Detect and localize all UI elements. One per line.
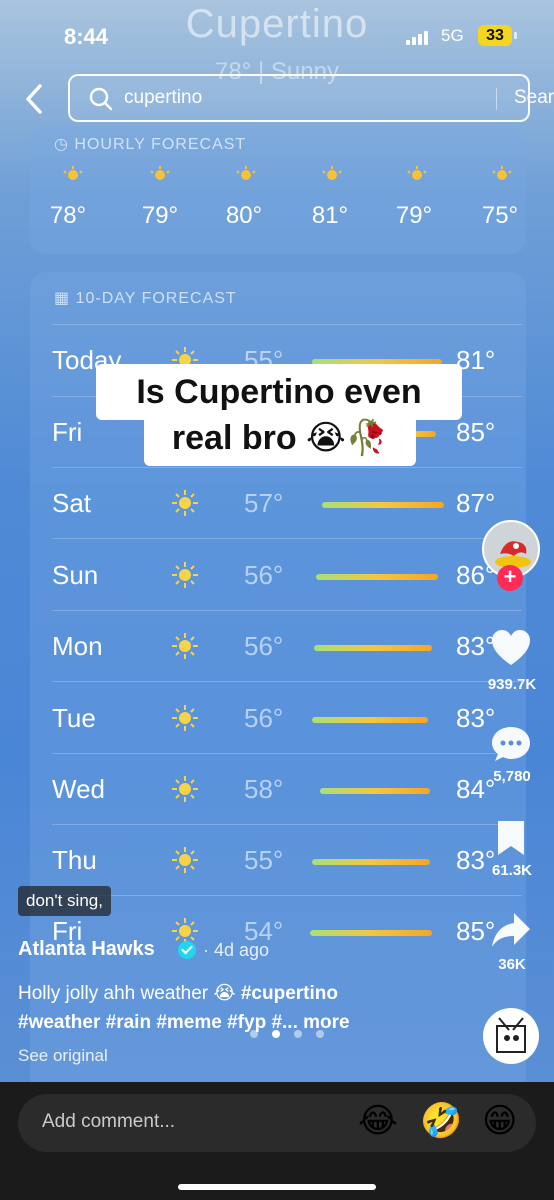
search-bar[interactable]: cupertino Search	[68, 74, 554, 122]
post-description[interactable]: Holly jolly ahh weather 😭 #cupertino #we…	[18, 979, 418, 1037]
day-name: Sat	[52, 488, 92, 518]
clock-time: 8:44	[64, 24, 109, 49]
hourly-temp: 75°	[481, 202, 519, 229]
sun-icon	[172, 847, 198, 873]
sun-icon	[322, 166, 342, 180]
divider	[52, 824, 522, 825]
sun-icon	[172, 705, 198, 731]
temp-range-bar	[314, 645, 432, 651]
post-age: · 4d ago	[203, 940, 270, 960]
forecast-row: Thu 55° 83°	[52, 845, 522, 905]
forecast-row: Wed 58° 84°	[52, 774, 522, 834]
verified-badge-icon	[178, 941, 196, 959]
hourly-forecast-title: ◷ HOURLY FORECAST	[54, 136, 247, 153]
day-low: 57°	[244, 488, 284, 518]
emoji-rofl-button[interactable]: 🤣	[420, 1101, 462, 1141]
forecast-row: Sat 57° 87°	[52, 488, 522, 548]
temp-range-bar	[310, 930, 432, 936]
sound-thumbnail-icon	[496, 1017, 526, 1053]
day-low: 56°	[244, 631, 284, 661]
hourly-temp: 79°	[141, 202, 179, 229]
signal-icon	[406, 29, 432, 45]
hourly-temp: 78°	[49, 202, 87, 229]
sun-icon	[492, 166, 512, 180]
battery-icon: 33	[478, 25, 517, 46]
heart-icon[interactable]	[490, 628, 532, 668]
temp-range-bar	[316, 574, 438, 580]
search-input[interactable]: cupertino	[124, 87, 202, 109]
search-button[interactable]: Search	[514, 87, 554, 109]
temp-range-bar	[312, 717, 428, 723]
search-divider	[496, 88, 497, 110]
divider	[52, 753, 522, 754]
day-low: 56°	[244, 703, 284, 733]
carousel-dots	[250, 1030, 330, 1040]
hourly-temp: 81°	[311, 202, 349, 229]
divider	[52, 538, 522, 539]
divider	[52, 324, 522, 325]
share-count: 36K	[498, 956, 526, 973]
description-text: Holly jolly ahh weather 😭	[18, 983, 236, 1004]
sun-icon	[172, 633, 198, 659]
sound-disc[interactable]	[483, 1008, 539, 1064]
day-name: Thu	[52, 845, 97, 875]
author-name[interactable]: Atlanta Hawks	[18, 938, 155, 961]
sun-icon	[407, 166, 427, 180]
caption-line-2-box: real bro 😭🥀	[144, 410, 416, 466]
sun-icon	[236, 166, 256, 180]
bookmark-icon[interactable]	[494, 818, 528, 858]
forecast-row: Sun 56° 86°	[52, 560, 522, 620]
temp-range-bar	[320, 788, 430, 794]
status-bar: 8:44 5G 33	[0, 20, 554, 56]
comment-placeholder: Add comment...	[42, 1111, 176, 1132]
battery-level: 33	[486, 27, 504, 44]
divider	[52, 610, 522, 611]
caption-line-2: real bro 😭🥀	[171, 419, 389, 457]
day-name: Wed	[52, 774, 105, 804]
temp-range-bar	[312, 859, 430, 865]
comment-count: 5,780	[493, 768, 531, 785]
divider	[52, 681, 522, 682]
day-low: 58°	[244, 774, 284, 804]
follow-plus-button[interactable]: +	[497, 565, 523, 591]
forecast-row: Mon 56° 83°	[52, 631, 522, 691]
comment-icon[interactable]	[490, 724, 532, 764]
day-name: Mon	[52, 631, 103, 661]
hourly-forecast-card: ◷ HOURLY FORECAST	[30, 126, 526, 254]
search-icon	[89, 87, 113, 111]
see-original-link[interactable]: See original	[18, 1046, 108, 1066]
home-indicator	[178, 1184, 376, 1190]
forecast-row: Tue 56° 83°	[52, 703, 522, 763]
day-high: 87°	[456, 488, 496, 518]
share-arrow-icon[interactable]	[490, 910, 532, 950]
hourly-temp: 79°	[395, 202, 433, 229]
divider	[52, 467, 522, 468]
divider	[52, 895, 522, 896]
ten-day-forecast-title: ▦ 10-DAY FORECAST	[54, 290, 237, 307]
emoji-grin-button[interactable]: 😁	[482, 1101, 517, 1141]
emoji-laugh-tears-button[interactable]: 😂	[358, 1101, 398, 1141]
hourly-temp: 80°	[225, 202, 263, 229]
like-count: 939.7K	[487, 676, 537, 693]
sun-icon	[172, 562, 198, 588]
save-count: 61.3K	[491, 862, 533, 879]
sun-icon	[150, 166, 170, 180]
sound-tag[interactable]: don't sing,	[18, 886, 111, 916]
temp-range-bar	[322, 502, 444, 508]
sun-icon	[63, 166, 83, 180]
day-low: 55°	[244, 845, 284, 875]
sun-icon	[172, 490, 198, 516]
clock-icon: ◷	[54, 136, 69, 153]
day-low: 56°	[244, 560, 284, 590]
day-high: 85°	[456, 417, 496, 447]
day-name: Tue	[52, 703, 96, 733]
calendar-icon: ▦	[54, 290, 71, 307]
network-type: 5G	[441, 26, 464, 45]
video-player[interactable]: Cupertino 78° | Sunny ◷ HOURLY FORECAST …	[0, 0, 554, 1082]
back-arrow-icon[interactable]	[20, 82, 50, 116]
day-name: Fri	[52, 417, 83, 447]
sun-icon	[172, 776, 198, 802]
day-name: Sun	[52, 560, 99, 590]
